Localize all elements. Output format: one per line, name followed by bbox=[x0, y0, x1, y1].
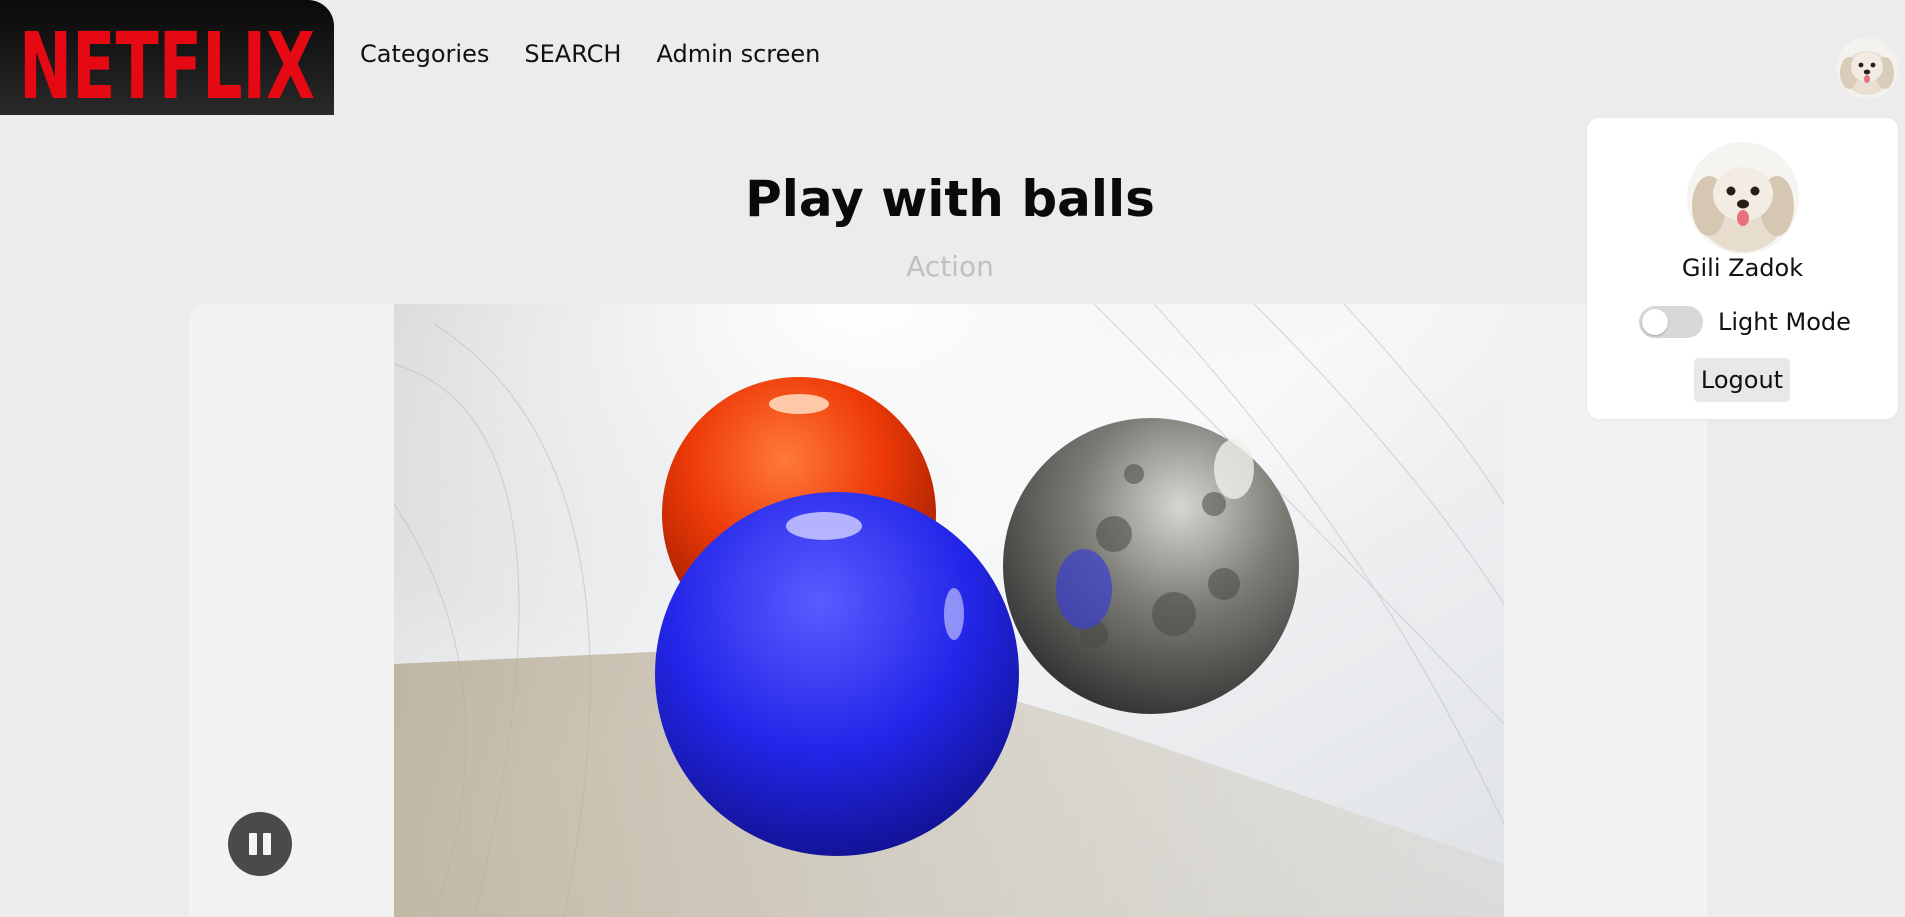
nav-link-categories[interactable]: Categories bbox=[360, 40, 489, 68]
user-name: Gili Zadok bbox=[1681, 254, 1804, 282]
theme-toggle-switch[interactable] bbox=[1639, 306, 1703, 338]
video-player bbox=[189, 304, 1707, 917]
dog-avatar-icon bbox=[1687, 142, 1799, 254]
profile-dropdown-menu: Gili Zadok Light Mode Logout bbox=[1587, 118, 1898, 419]
theme-toggle-label: Light Mode bbox=[1718, 308, 1851, 336]
netflix-logo[interactable]: NETFLIX bbox=[0, 0, 334, 115]
top-navbar: NETFLIX Categories SEARCH Admin screen bbox=[0, 0, 1905, 115]
logout-button[interactable]: Logout bbox=[1694, 358, 1790, 402]
pause-icon-bar bbox=[263, 833, 271, 855]
nav-link-admin-screen[interactable]: Admin screen bbox=[656, 40, 820, 68]
profile-avatar-button[interactable] bbox=[1836, 37, 1898, 99]
pause-icon bbox=[249, 833, 257, 855]
nav-link-search[interactable]: SEARCH bbox=[524, 40, 621, 68]
video-thumbnail-balls bbox=[394, 304, 1504, 917]
video-frame[interactable] bbox=[394, 304, 1504, 917]
nav-links: Categories SEARCH Admin screen bbox=[360, 40, 820, 68]
profile-avatar-large bbox=[1687, 142, 1799, 254]
toggle-knob bbox=[1642, 309, 1668, 335]
dog-avatar-icon bbox=[1836, 37, 1898, 99]
pause-button[interactable] bbox=[228, 812, 292, 876]
logo-text: NETFLIX bbox=[19, 13, 315, 115]
